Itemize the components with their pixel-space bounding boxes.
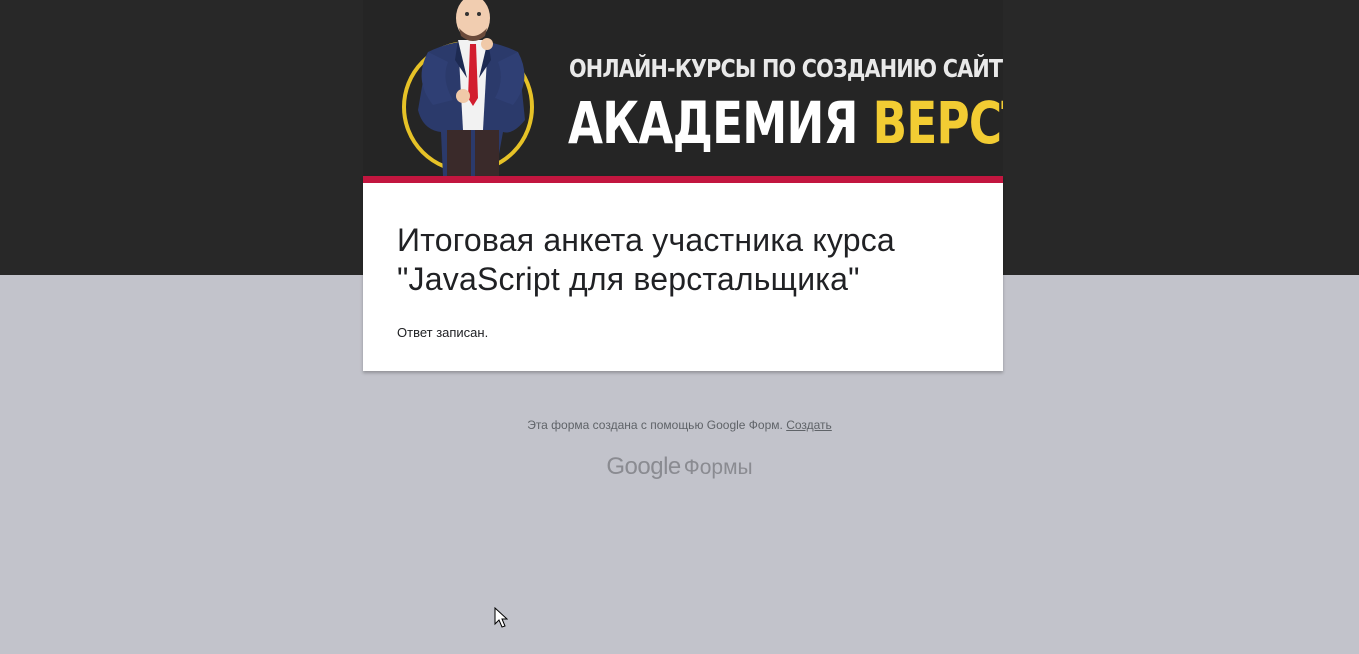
footer-note-text: Эта форма создана с помощью Google Форм. [527,418,783,432]
banner-title-part2: ВЕРСТКИ [872,89,1003,157]
create-form-link[interactable]: Создать [786,418,832,432]
footer-note: Эта форма создана с помощью Google Форм.… [0,418,1359,432]
brand-google: Google [606,453,681,480]
form-confirmation-card: Итоговая анкета участника курса "JavaScr… [363,176,1003,371]
google-forms-logo[interactable]: Google Формы [0,453,1359,481]
mouse-cursor-icon [494,607,508,628]
form-title: Итоговая анкета участника курса "JavaScr… [397,222,895,297]
brand-forms: Формы [683,456,753,479]
banner-title-part1: АКАДЕМИЯ [568,89,858,157]
banner-title: АКАДЕМИЯ ВЕРСТКИ [568,94,1003,152]
banner-subtitle: ОНЛАЙН-КУРСЫ ПО СОЗДАНИЮ САЙТОВ [569,54,1003,83]
header-banner-image: ОНЛАЙН-КУРСЫ ПО СОЗДАНИЮ САЙТОВ АКАДЕМИЯ… [363,0,1003,176]
response-recorded-message: Ответ записан. [397,325,489,340]
